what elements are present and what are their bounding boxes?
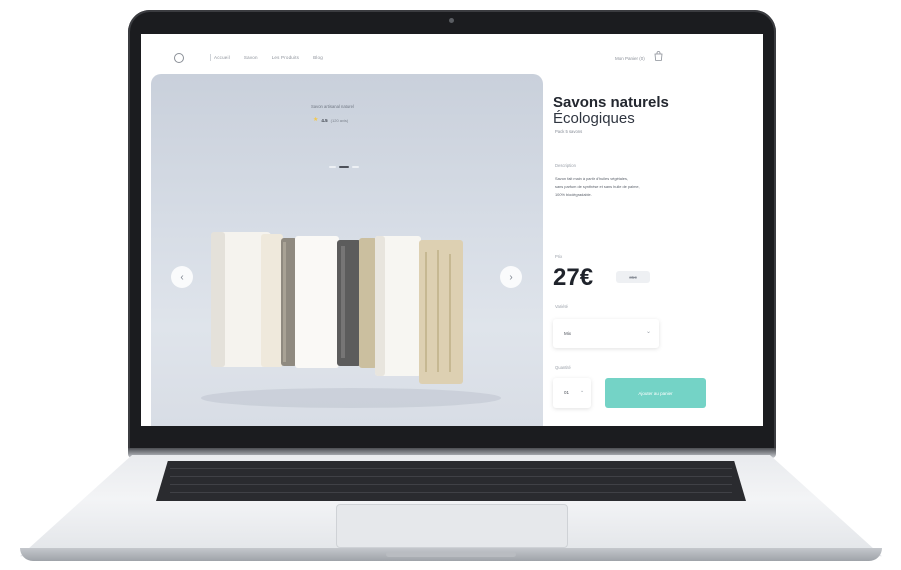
slide-dot[interactable] xyxy=(352,166,359,168)
description-line: Savon fait main à partir d'huiles végéta… xyxy=(555,176,628,181)
soap-bars-photo xyxy=(201,232,501,408)
product-title-line2: Écologiques xyxy=(553,110,635,127)
star-icon: ★ xyxy=(313,117,319,123)
product-info-pane: Savons naturels Écologiques Pack 5 savon… xyxy=(553,74,753,426)
rating-value: 4.5 xyxy=(321,117,328,123)
hero-kicker: Savon artisanal naturel xyxy=(311,104,354,109)
key-row xyxy=(170,476,732,477)
product-title: Savons naturels xyxy=(553,94,669,111)
rating-count[interactable]: (120 avis) xyxy=(331,118,349,123)
variety-select-value: Mix xyxy=(564,331,571,336)
chevron-right-icon[interactable]: › xyxy=(500,266,522,288)
chevron-down-icon: ⌄ xyxy=(580,388,585,394)
laptop-screen: Accueil Savon Les Produits Blog Mon Pani… xyxy=(141,34,763,426)
variety-select[interactable]: Mix ⌄ xyxy=(553,319,659,348)
slide-indicators xyxy=(329,166,359,168)
keyboard xyxy=(156,461,746,501)
nav-link-blog[interactable]: Blog xyxy=(313,55,323,60)
top-nav: Accueil Savon Les Produits Blog Mon Pani… xyxy=(141,34,763,74)
old-price-badge: 35€ xyxy=(616,271,650,283)
lid-notch xyxy=(386,552,516,557)
product-image-pane: Savon artisanal naturel ★ 4.5 (120 avis)… xyxy=(151,74,543,426)
chevron-down-icon: ⌄ xyxy=(646,329,652,335)
key-row xyxy=(170,492,732,493)
nav-divider xyxy=(210,54,211,61)
shopping-bag-icon[interactable] xyxy=(654,51,663,61)
description-label: Description xyxy=(555,163,576,168)
trackpad xyxy=(336,504,568,548)
add-to-cart-button[interactable]: Ajouter au panier xyxy=(605,378,706,408)
slide-dot-active[interactable] xyxy=(339,166,349,168)
laptop-mockup: Accueil Savon Les Produits Blog Mon Pani… xyxy=(0,0,901,570)
logo-circle-icon[interactable] xyxy=(174,53,184,63)
quantity-select[interactable]: 01 ⌄ xyxy=(553,378,591,408)
rating: ★ 4.5 (120 avis) xyxy=(313,117,348,123)
description-line: sans parfum de synthèse et sans huile de… xyxy=(555,184,640,189)
nav-link-accueil[interactable]: Accueil xyxy=(214,55,230,60)
quantity-label: Quantité xyxy=(555,365,571,370)
chevron-left-icon[interactable]: ‹ xyxy=(171,266,193,288)
variety-label: Variété xyxy=(555,304,568,309)
nav-links: Accueil Savon Les Produits Blog xyxy=(214,55,323,60)
price: 27€ xyxy=(553,264,594,291)
key-row xyxy=(170,484,732,485)
slide-dot[interactable] xyxy=(329,166,336,168)
description-line: 100% biodégradable. xyxy=(555,192,592,197)
price-label: Prix xyxy=(555,254,563,259)
nav-link-savon[interactable]: Savon xyxy=(244,55,258,60)
key-row xyxy=(170,468,732,469)
camera-dot xyxy=(449,18,454,23)
nav-link-produits[interactable]: Les Produits xyxy=(272,55,299,60)
product-subtitle: Pack 5 savons xyxy=(555,129,583,134)
quantity-value: 01 xyxy=(564,390,570,395)
cart-label[interactable]: Mon Panier (0) xyxy=(615,56,645,61)
